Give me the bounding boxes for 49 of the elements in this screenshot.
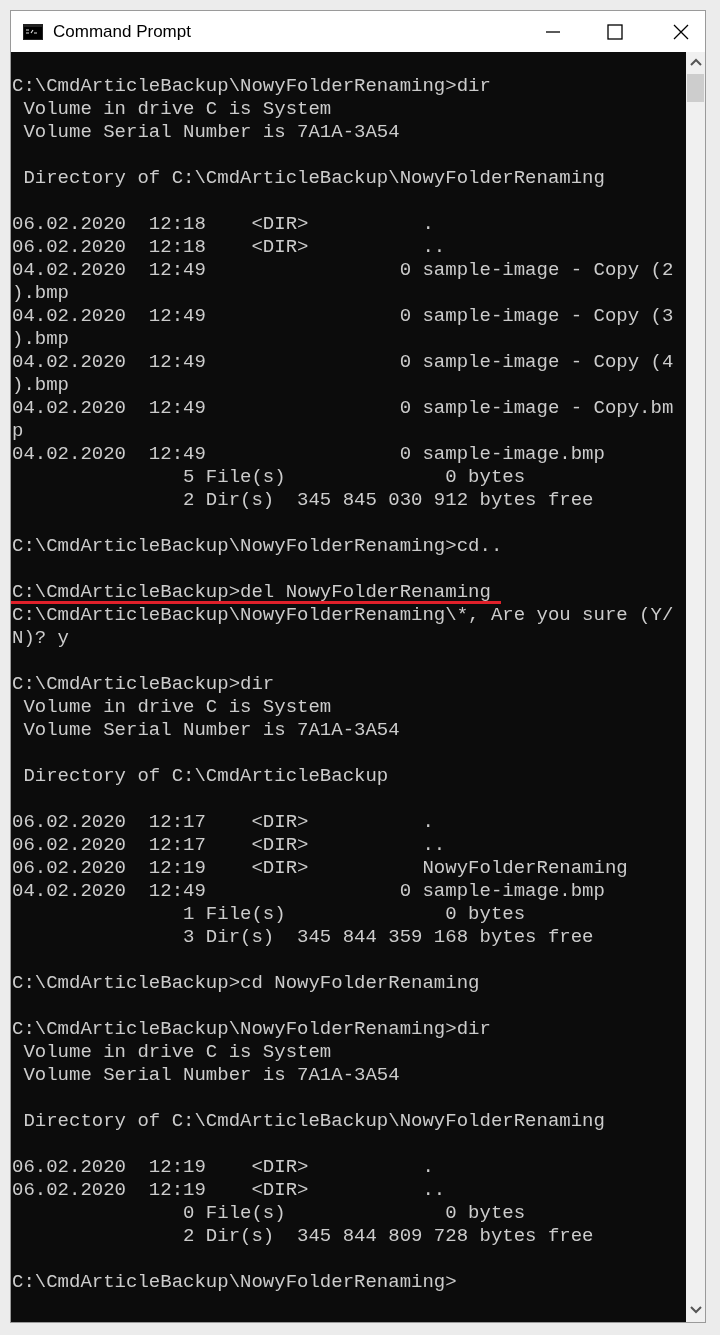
console-line: 04.02.2020 12:49 0 sample-image - Copy (4 bbox=[12, 351, 674, 374]
console-line: ).bmp bbox=[12, 328, 69, 351]
console-line: 2 Dir(s) 345 845 030 912 bytes free bbox=[182, 489, 594, 512]
console-line: 5 File(s) 0 bytes bbox=[182, 466, 526, 489]
console-line: Volume in drive C is System bbox=[22, 1041, 332, 1064]
console-line: C:\CmdArticleBackup\NowyFolderRenaming>cd.. bbox=[12, 535, 503, 558]
console-line: 06.02.2020 12:19 <DIR> . bbox=[12, 1156, 434, 1179]
console-line: 06.02.2020 12:19 <DIR> NowyFolderRenaming bbox=[12, 857, 628, 880]
console-line: 3 Dir(s) 345 844 359 168 bytes free bbox=[182, 926, 594, 949]
console-line: ).bmp bbox=[12, 282, 69, 305]
console-line: 04.02.2020 12:49 0 sample-image.bmp bbox=[12, 443, 605, 466]
console-line: 06.02.2020 12:17 <DIR> .. bbox=[12, 834, 446, 857]
console-line: 2 Dir(s) 345 844 809 728 bytes free bbox=[182, 1225, 594, 1248]
console-line: Directory of C:\CmdArticleBackup\NowyFolderRenaming bbox=[22, 167, 605, 190]
console-line: 04.02.2020 12:49 0 sample-image - Copy (2 bbox=[12, 259, 674, 282]
console-line: 06.02.2020 12:17 <DIR> . bbox=[12, 811, 434, 834]
console-line: 0 File(s) 0 bytes bbox=[182, 1202, 526, 1225]
console-line: N)? y bbox=[12, 627, 69, 650]
console-line: Volume in drive C is System bbox=[22, 696, 332, 719]
console-line: 04.02.2020 12:49 0 sample-image - Copy.bm bbox=[12, 397, 674, 420]
terminal-icon bbox=[23, 23, 43, 40]
console-line: 06.02.2020 12:18 <DIR> . bbox=[12, 213, 434, 236]
console-line: Volume Serial Number is 7A1A-3A54 bbox=[22, 719, 400, 742]
console-line: Volume Serial Number is 7A1A-3A54 bbox=[22, 121, 400, 144]
console-line: C:\CmdArticleBackup\NowyFolderRenaming> bbox=[12, 1271, 457, 1294]
console-line: p bbox=[12, 420, 24, 443]
console-line: 04.02.2020 12:49 0 sample-image.bmp bbox=[12, 880, 605, 903]
console-line: Directory of C:\CmdArticleBackup bbox=[22, 765, 389, 788]
console-line: 1 File(s) 0 bytes bbox=[182, 903, 526, 926]
scrollbar[interactable] bbox=[686, 52, 705, 1322]
scroll-down-icon[interactable] bbox=[689, 1304, 702, 1314]
console-line: C:\CmdArticleBackup\NowyFolderRenaming>dir bbox=[12, 1018, 491, 1041]
console-line: 06.02.2020 12:19 <DIR> .. bbox=[12, 1179, 446, 1202]
console-line: C:\CmdArticleBackup\NowyFolderRenaming\*, Are you sure (Y/ bbox=[12, 604, 674, 627]
console-line: Volume in drive C is System bbox=[22, 98, 332, 121]
scrollbar-thumb[interactable] bbox=[687, 74, 704, 102]
console-line: Volume Serial Number is 7A1A-3A54 bbox=[22, 1064, 400, 1087]
maximize-icon[interactable] bbox=[607, 23, 623, 40]
console-line: 06.02.2020 12:18 <DIR> .. bbox=[12, 236, 446, 259]
console-line: 04.02.2020 12:49 0 sample-image - Copy (3 bbox=[12, 305, 674, 328]
console-line: C:\CmdArticleBackup>dir bbox=[12, 673, 275, 696]
close-icon[interactable] bbox=[673, 23, 689, 40]
window-title: Command Prompt bbox=[53, 20, 191, 43]
console-line: Directory of C:\CmdArticleBackup\NowyFolderRenaming bbox=[22, 1110, 605, 1133]
console-line: C:\CmdArticleBackup>cd NowyFolderRenaming bbox=[12, 972, 480, 995]
scroll-up-icon[interactable] bbox=[689, 58, 702, 68]
console-line: C:\CmdArticleBackup>del NowyFolderRenaming bbox=[11, 581, 501, 604]
console-line: ).bmp bbox=[12, 374, 69, 397]
console-line: C:\CmdArticleBackup\NowyFolderRenaming>dir bbox=[12, 75, 491, 98]
